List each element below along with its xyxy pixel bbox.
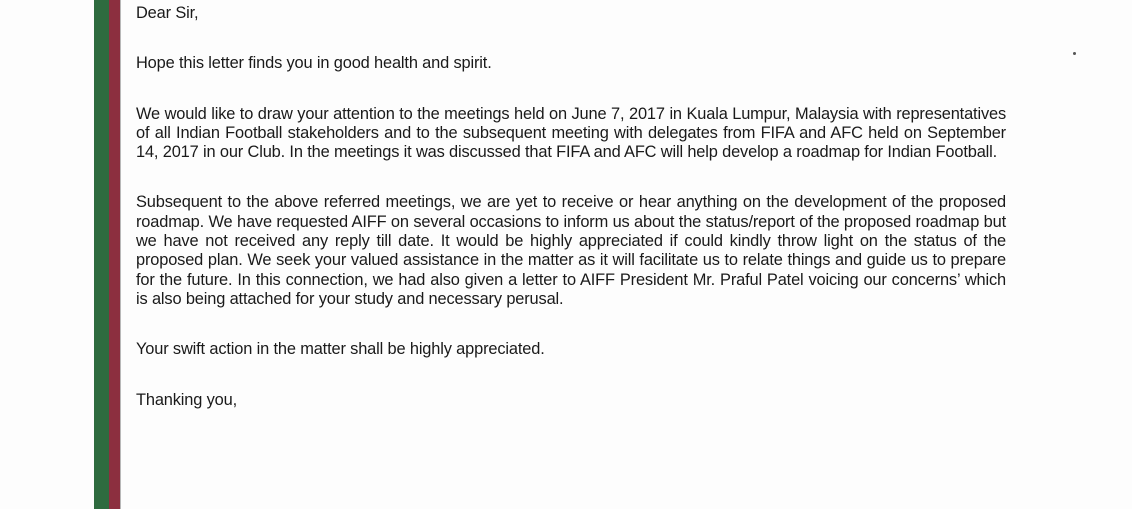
paragraph-roadmap-request: Subsequent to the above referred meeting… xyxy=(136,193,1006,308)
letter-body: Dear Sir, Hope this letter finds you in … xyxy=(136,4,1006,410)
paragraph-greeting: Hope this letter finds you in good healt… xyxy=(136,54,492,73)
letter-page: Dear Sir, Hope this letter finds you in … xyxy=(0,0,1132,509)
closing: Thanking you, xyxy=(136,390,238,409)
paragraph-swift-action: Your swift action in the matter shall be… xyxy=(136,340,545,359)
letterhead-maroon-band xyxy=(109,0,120,509)
letterhead-green-band xyxy=(94,0,109,509)
letterhead-band-edge xyxy=(120,0,121,509)
salutation: Dear Sir, xyxy=(136,4,199,22)
paragraph-meetings: We would like to draw your attention to … xyxy=(136,104,1006,162)
scan-speck xyxy=(1073,52,1076,55)
